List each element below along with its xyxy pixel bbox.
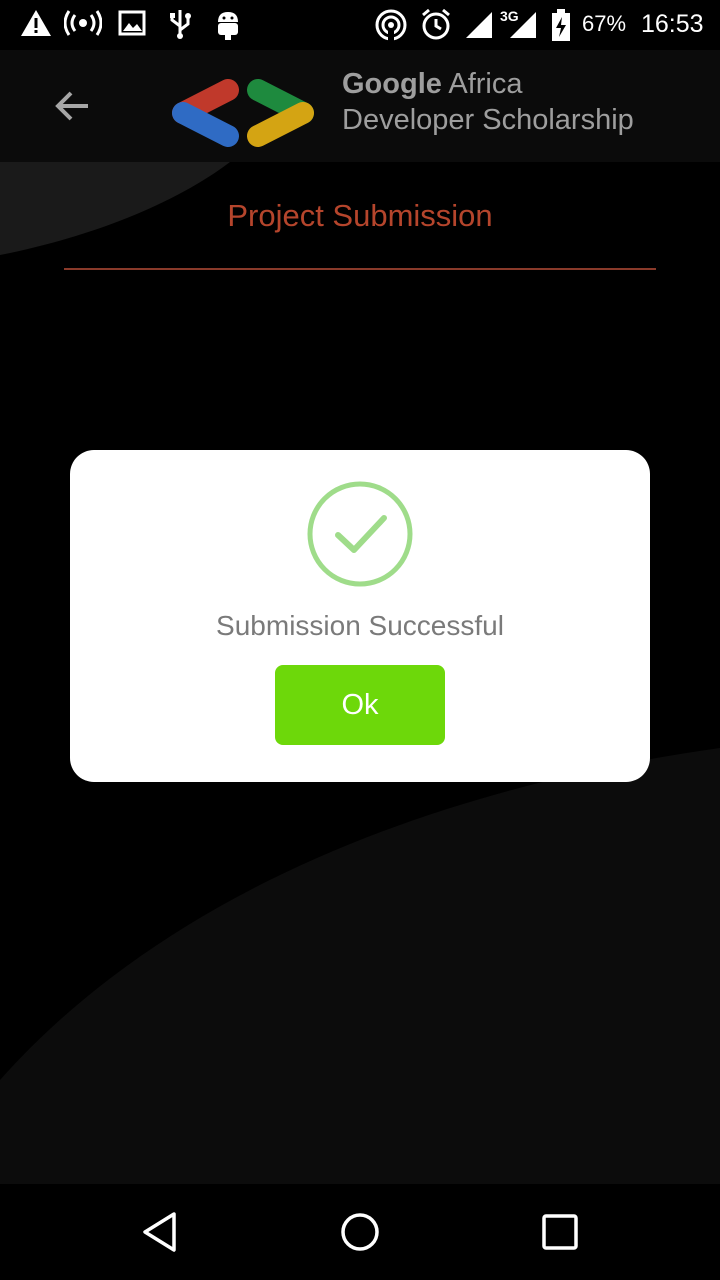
- hotspot-icon: [64, 8, 102, 38]
- usb-icon: [166, 8, 194, 40]
- nav-back-button[interactable]: [130, 1202, 190, 1262]
- title-divider: [64, 268, 656, 270]
- nav-home-button[interactable]: [330, 1202, 390, 1262]
- status-bar: 3G 67% 16:53: [0, 0, 720, 50]
- page-title: Project Submission: [227, 198, 493, 233]
- battery-charging-icon: [550, 8, 572, 42]
- back-button[interactable]: [46, 80, 98, 132]
- navigation-bar: [0, 1184, 720, 1280]
- alarm-icon: [420, 8, 452, 42]
- warning-icon: [20, 8, 52, 38]
- success-check-icon: [307, 481, 413, 587]
- battery-level: 67%: [582, 11, 627, 36]
- nav-recents-button[interactable]: [530, 1202, 590, 1262]
- signal-icon: [464, 8, 494, 40]
- clock: 16:53: [641, 10, 704, 38]
- brand-line2: Developer Scholarship: [342, 104, 634, 136]
- dialog-message: Submission Successful: [216, 610, 504, 641]
- gads-logo: [172, 79, 314, 147]
- android-icon: [212, 8, 244, 42]
- success-dialog: Submission Successful Ok: [70, 450, 650, 782]
- recents-square-icon: [542, 1214, 578, 1250]
- brand-name: Google Africa Developer Scholarship: [342, 66, 634, 138]
- signal-icon-2: [508, 8, 538, 40]
- ok-button[interactable]: Ok: [275, 665, 445, 745]
- arrow-back-icon: [55, 91, 88, 121]
- image-icon: [118, 8, 146, 38]
- brand-rest: Africa: [441, 68, 523, 100]
- home-circle-icon: [341, 1213, 379, 1251]
- back-triangle-icon: [143, 1212, 176, 1252]
- brand-bold: Google: [342, 68, 442, 100]
- cast-icon: [374, 8, 408, 42]
